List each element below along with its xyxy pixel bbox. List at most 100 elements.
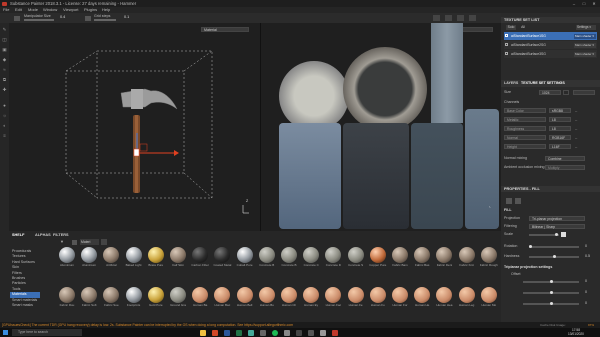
checkbox-icon[interactable]	[505, 43, 508, 46]
material-thumbnail[interactable]	[81, 287, 98, 303]
remove-channel-icon[interactable]: –	[575, 144, 577, 149]
texture-set-row[interactable]: aiStandardSurface3SG Main shader ▾	[504, 50, 597, 58]
eraser-icon[interactable]: ◫	[2, 37, 7, 42]
channel-format[interactable]: sRGB8	[549, 108, 571, 113]
paint-brush-icon[interactable]: ✎	[2, 27, 7, 32]
remove-channel-icon[interactable]: –	[575, 117, 577, 122]
close-button[interactable]: ✕	[590, 0, 598, 7]
material-thumbnail[interactable]	[59, 287, 75, 303]
hardness-slider[interactable]	[529, 255, 579, 258]
channel-format[interactable]: RGB16F	[549, 135, 571, 140]
shelf-search-input[interactable]: Materi	[80, 239, 99, 245]
triplanar-settings-label[interactable]: Triplanar projection settings	[504, 264, 597, 270]
remove-channel-icon[interactable]: –	[575, 135, 577, 140]
log-icon[interactable]: ≡	[2, 133, 7, 138]
material-thumbnail[interactable]	[347, 247, 364, 263]
link-icon[interactable]	[563, 89, 569, 95]
app-icon[interactable]	[296, 329, 302, 336]
shader-settings-icon[interactable]: ◐	[2, 123, 7, 128]
projection-icon[interactable]: ▣	[2, 47, 7, 52]
remove-channel-icon[interactable]: –	[575, 108, 577, 113]
material-thumbnail[interactable]	[147, 287, 164, 303]
layout-icon[interactable]	[469, 15, 476, 21]
camera-icon[interactable]	[433, 15, 440, 21]
material-thumbnail[interactable]	[258, 247, 275, 263]
view-icon[interactable]	[445, 15, 452, 21]
material-thumbnail[interactable]	[414, 247, 431, 263]
viewport-3d[interactable]: Material Z	[9, 23, 260, 231]
texture-set-row[interactable]: aiStandardSurface1SG Main shader ▾	[504, 32, 597, 40]
chrome-icon[interactable]	[248, 329, 254, 336]
material-thumbnail[interactable]	[258, 287, 275, 303]
material-thumbnail[interactable]	[214, 287, 231, 303]
filter-icon[interactable]: ▼	[60, 239, 64, 244]
filtering-dropdown[interactable]: Bilinear | Sharp	[529, 223, 585, 229]
taskbar-search-input[interactable]: Type here to search	[12, 329, 82, 336]
picker-icon[interactable]: ✚	[2, 87, 7, 92]
material-thumbnail[interactable]	[436, 287, 453, 303]
shader-dropdown[interactable]: Main shader ▾	[574, 33, 596, 39]
shader-dropdown[interactable]: Main shader ▾	[574, 51, 596, 57]
offset-z-slider[interactable]	[523, 302, 579, 305]
material-thumbnail[interactable]	[192, 287, 209, 303]
file-explorer-icon[interactable]	[200, 329, 206, 336]
excel-icon[interactable]	[236, 329, 242, 336]
settings-dropdown[interactable]: Settings ▾	[576, 25, 596, 30]
material-thumbnail[interactable]	[480, 287, 497, 303]
material-thumbnail[interactable]	[325, 287, 342, 303]
windows-start-icon[interactable]	[3, 330, 8, 335]
checkbox-icon[interactable]	[505, 34, 508, 37]
channel-format[interactable]: L8	[549, 126, 571, 131]
bake-icon[interactable]: ●	[2, 103, 7, 108]
manipulator-size-slider[interactable]	[24, 19, 54, 21]
material-thumbnail[interactable]	[236, 247, 253, 263]
tab-layers[interactable]: LAYERS	[504, 80, 518, 87]
gizmo-center[interactable]	[133, 148, 140, 157]
shader-dropdown[interactable]: Main shader ▾	[574, 42, 596, 48]
material-thumbnail[interactable]	[125, 287, 142, 303]
channel-height[interactable]: Height	[504, 144, 546, 149]
offset-x-value[interactable]: 0	[585, 279, 587, 283]
grid-steps-value[interactable]: 0.1	[124, 15, 129, 19]
material-thumbnail[interactable]	[414, 287, 431, 303]
checkbox-icon[interactable]	[505, 52, 508, 55]
material-thumbnail[interactable]	[369, 247, 386, 263]
texture-set-row[interactable]: aiStandardSurface2SG Main shader ▾	[504, 41, 597, 49]
rotation-slider[interactable]	[529, 245, 579, 248]
offset-x-slider[interactable]	[523, 280, 579, 283]
tab-all[interactable]: All	[518, 25, 528, 30]
material-thumbnail[interactable]	[103, 247, 120, 263]
material-thumbnail[interactable]	[147, 247, 164, 263]
grid-icon[interactable]	[85, 16, 91, 21]
tab-shelf[interactable]: SHELF	[12, 232, 24, 238]
smudge-icon[interactable]: ≈	[2, 67, 7, 72]
material-thumbnail[interactable]	[480, 247, 497, 263]
minimize-button[interactable]: –	[570, 0, 578, 7]
channel-metallic[interactable]: Metallic	[504, 117, 546, 122]
material-thumbnail[interactable]	[125, 247, 142, 263]
ao-mixing-dropdown[interactable]: Multiply	[545, 164, 585, 170]
material-thumbnail[interactable]	[325, 247, 342, 263]
app-icon[interactable]	[308, 329, 314, 336]
display-settings-icon[interactable]: ☼	[2, 113, 7, 118]
size-dropdown-2[interactable]	[573, 89, 595, 95]
gizmo-x-arrow[interactable]	[174, 150, 179, 156]
material-thumbnail[interactable]	[303, 247, 320, 263]
size-dropdown[interactable]: 1024	[539, 89, 561, 95]
spotify-icon[interactable]	[272, 329, 278, 336]
material-thumbnail[interactable]	[281, 287, 297, 303]
material-thumbnail[interactable]	[458, 287, 475, 303]
offset-z-value[interactable]: 0	[585, 301, 587, 305]
rotation-value[interactable]: 0	[585, 244, 587, 248]
lock-icon[interactable]	[561, 232, 566, 237]
gizmo-icon[interactable]	[14, 16, 20, 21]
material-thumbnail[interactable]	[303, 287, 320, 303]
maximize-button[interactable]: □	[580, 0, 588, 7]
scale-slider[interactable]	[529, 233, 559, 236]
material-thumbnail[interactable]	[59, 247, 75, 263]
channel-normal[interactable]: Normal	[504, 135, 546, 140]
material-thumbnail[interactable]	[192, 247, 209, 263]
polygon-fill-icon[interactable]: ◆	[2, 57, 7, 62]
material-thumbnail[interactable]	[81, 247, 98, 263]
viewport-2d[interactable]: Material ⌞	[261, 23, 501, 231]
